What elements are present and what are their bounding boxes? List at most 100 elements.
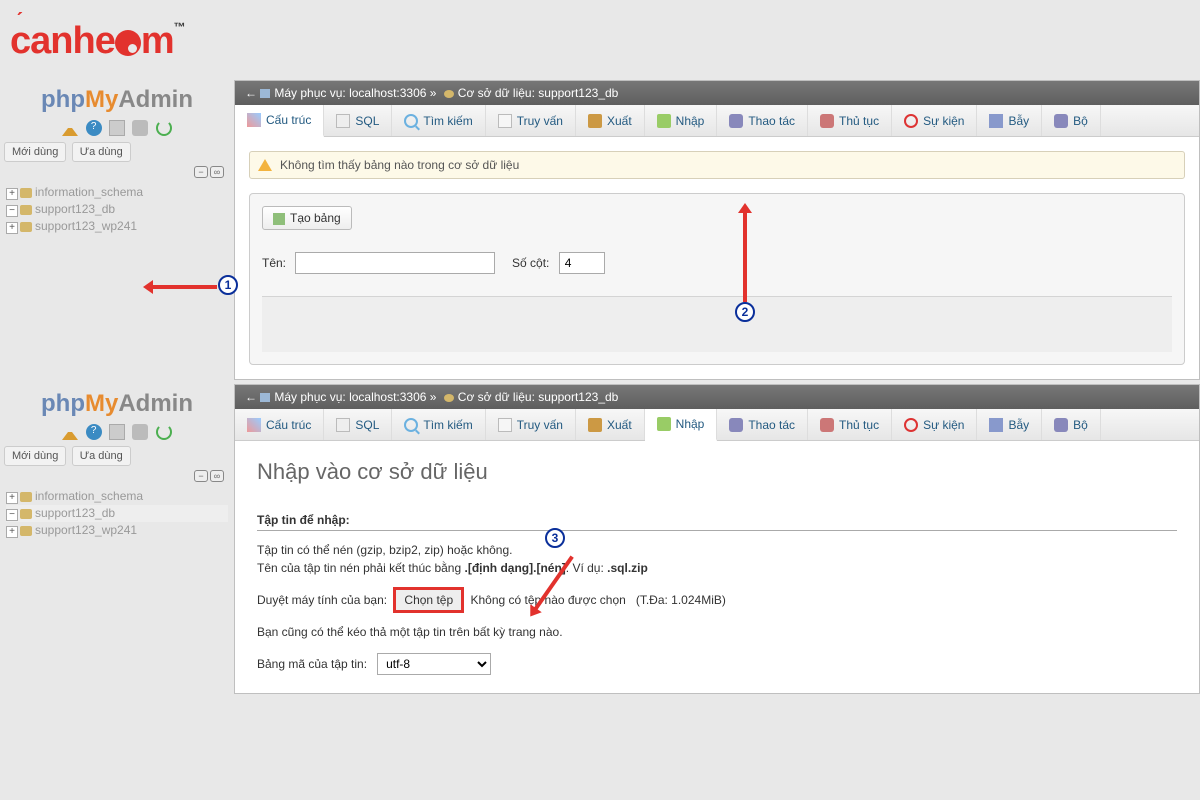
sidebar-top: phpMyAdmin ? Mới dùng Ưa dùng −∞ +inform… — [0, 80, 234, 380]
tab-routines[interactable]: Thủ tục — [808, 409, 892, 440]
database-icon — [20, 205, 32, 215]
home-icon[interactable] — [62, 120, 78, 136]
tab-structure[interactable]: Cấu trúc — [235, 409, 324, 440]
settings-icon[interactable] — [132, 120, 148, 136]
link-icon[interactable]: ∞ — [210, 470, 224, 482]
events-icon — [904, 418, 918, 432]
annotation-arrow-1 — [152, 285, 217, 289]
create-table-button[interactable]: Tạo bảng — [262, 206, 352, 230]
tab-sql[interactable]: SQL — [324, 409, 392, 440]
tab-routines[interactable]: Thủ tục — [808, 105, 892, 136]
database-icon — [20, 509, 32, 519]
tab-more[interactable]: Bộ — [1042, 105, 1101, 136]
create-table-box: Tạo bảng Tên: Số cột: — [249, 193, 1185, 365]
annotation-badge-1: 1 — [218, 275, 238, 295]
operations-icon — [729, 114, 743, 128]
more-icon — [1054, 114, 1068, 128]
tab-export[interactable]: Xuất — [576, 409, 645, 440]
server-icon — [260, 89, 270, 98]
tab-search[interactable]: Tìm kiếm — [392, 105, 485, 136]
brand-logo: ćanhem™ — [10, 20, 185, 63]
query-icon — [498, 418, 512, 432]
recent-button[interactable]: Mới dùng — [4, 446, 66, 466]
cols-input[interactable] — [559, 252, 605, 274]
drag-hint: Bạn cũng có thể kéo thả một tập tin trên… — [257, 625, 1177, 639]
refresh-icon[interactable] — [156, 120, 172, 136]
tab-sql[interactable]: SQL — [324, 105, 392, 136]
database-icon — [444, 90, 454, 98]
help-icon[interactable]: ? — [86, 424, 102, 440]
search-icon — [404, 418, 418, 432]
link-icon[interactable]: ∞ — [210, 166, 224, 178]
tab-export[interactable]: Xuất — [576, 105, 645, 136]
sql-icon — [336, 418, 350, 432]
recent-button[interactable]: Mới dùng — [4, 142, 66, 162]
max-size: (T.Đa: 1.024MiB) — [636, 593, 726, 607]
file-section-title: Tập tin để nhập: — [257, 513, 1177, 531]
tree-item[interactable]: +support123_wp241 — [6, 218, 228, 235]
refresh-icon[interactable] — [156, 424, 172, 440]
tab-query[interactable]: Truy vấn — [486, 105, 576, 136]
charset-label: Bảng mã của tập tin: — [257, 657, 367, 671]
tree-item-selected[interactable]: −support123_db — [6, 201, 228, 218]
favorite-button[interactable]: Ưa dùng — [72, 446, 131, 466]
import-icon — [657, 114, 671, 128]
compress-hint: Tập tin có thể nén (gzip, bzip2, zip) ho… — [257, 543, 1177, 557]
export-icon — [588, 114, 602, 128]
table-name-input[interactable] — [295, 252, 495, 274]
search-icon — [404, 114, 418, 128]
tab-import[interactable]: Nhập — [645, 409, 718, 441]
notice-no-tables: Không tìm thấy bảng nào trong cơ sở dữ l… — [249, 151, 1185, 179]
main-bottom: ← Máy phục vụ: localhost:3306 » Cơ sở dữ… — [234, 384, 1200, 694]
database-icon — [444, 394, 454, 402]
tab-events[interactable]: Sự kiện — [892, 105, 977, 136]
tree-item[interactable]: +information_schema — [6, 488, 228, 505]
annotation-arrow-2 — [743, 212, 747, 302]
sql-icon[interactable] — [109, 424, 125, 440]
routines-icon — [820, 418, 834, 432]
sidebar-bottom: phpMyAdmin ? Mới dùng Ưa dùng −∞ +inform… — [0, 384, 234, 694]
structure-icon — [247, 418, 261, 432]
triggers-icon — [989, 418, 1003, 432]
tree-item[interactable]: +information_schema — [6, 184, 228, 201]
favorite-button[interactable]: Ưa dùng — [72, 142, 131, 162]
pma-logo: phpMyAdmin — [0, 86, 234, 114]
main-top: ← Máy phục vụ: localhost:3306 » Cơ sở dữ… — [234, 80, 1200, 380]
sql-icon[interactable] — [109, 120, 125, 136]
export-icon — [588, 418, 602, 432]
collapse-icon[interactable]: − — [194, 166, 208, 178]
pma-logo: phpMyAdmin — [0, 390, 234, 418]
choose-file-button[interactable]: Chọn tệp — [393, 587, 464, 613]
warning-icon — [258, 159, 272, 171]
tab-operations[interactable]: Thao tác — [717, 409, 808, 440]
tab-import[interactable]: Nhập — [645, 105, 718, 136]
breadcrumb: ← Máy phục vụ: localhost:3306 » Cơ sở dữ… — [235, 81, 1199, 105]
tabs-top: Cấu trúc SQL Tìm kiếm Truy vấn Xuất Nhập… — [235, 105, 1199, 137]
annotation-badge-2: 2 — [735, 302, 755, 322]
table-add-icon — [273, 213, 285, 225]
collapse-icon[interactable]: − — [194, 470, 208, 482]
db-tree: +information_schema −support123_db +supp… — [0, 488, 234, 539]
home-icon[interactable] — [62, 424, 78, 440]
sql-icon — [336, 114, 350, 128]
tab-structure[interactable]: Cấu trúc — [235, 105, 324, 137]
import-heading: Nhập vào cơ sở dữ liệu — [257, 459, 1177, 485]
tab-operations[interactable]: Thao tác — [717, 105, 808, 136]
tab-more[interactable]: Bộ — [1042, 409, 1101, 440]
settings-icon[interactable] — [132, 424, 148, 440]
tab-events[interactable]: Sự kiện — [892, 409, 977, 440]
triggers-icon — [989, 114, 1003, 128]
tab-triggers[interactable]: Bẫy — [977, 409, 1042, 440]
cols-label: Số cột: — [512, 256, 549, 270]
tab-query[interactable]: Truy vấn — [486, 409, 576, 440]
annotation-badge-3: 3 — [545, 528, 565, 548]
tree-item[interactable]: +support123_wp241 — [6, 522, 228, 539]
database-icon — [20, 492, 32, 502]
more-icon — [1054, 418, 1068, 432]
help-icon[interactable]: ? — [86, 120, 102, 136]
tab-triggers[interactable]: Bẫy — [977, 105, 1042, 136]
tab-search[interactable]: Tìm kiếm — [392, 409, 485, 440]
breadcrumb: ← Máy phục vụ: localhost:3306 » Cơ sở dữ… — [235, 385, 1199, 409]
tree-item-selected[interactable]: −support123_db — [6, 505, 228, 522]
charset-select[interactable]: utf-8 — [377, 653, 491, 675]
